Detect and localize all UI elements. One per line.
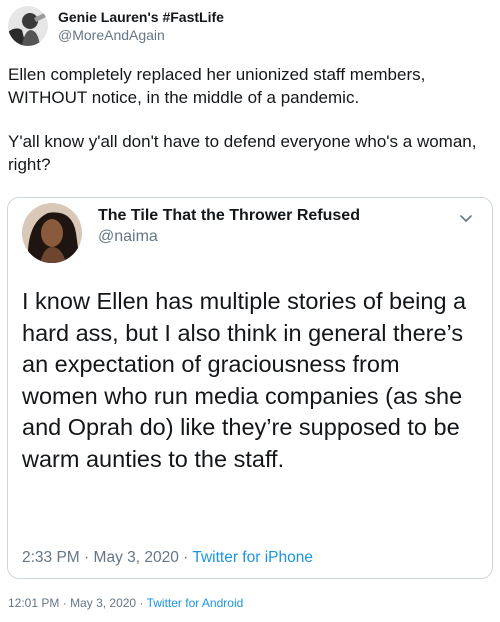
separator: · xyxy=(84,549,90,566)
quoted-tweet-time[interactable]: 2:33 PM xyxy=(22,549,80,566)
quoted-author-avatar[interactable] xyxy=(22,203,82,263)
separator: · xyxy=(183,549,189,566)
tweet-time[interactable]: 12:01 PM xyxy=(8,596,59,610)
quoted-author-handle[interactable]: @naima xyxy=(98,226,360,247)
quoted-author-block: The Tile That the Thrower Refused @naima xyxy=(98,205,360,247)
author-handle[interactable]: @MoreAndAgain xyxy=(58,26,224,44)
quoted-tweet-source[interactable]: Twitter for iPhone xyxy=(192,549,313,566)
author-avatar[interactable] xyxy=(8,6,48,46)
tweet-paragraph: Y'all know y'all don't have to defend ev… xyxy=(8,132,477,174)
tweet-paragraph: Ellen completely replaced her unionized … xyxy=(8,65,426,107)
tweet-header: Genie Lauren's #FastLife @MoreAndAgain xyxy=(8,4,224,48)
author-block: Genie Lauren's #FastLife @MoreAndAgain xyxy=(58,8,224,44)
quoted-tweet-meta: 2:33 PM · May 3, 2020 · Twitter for iPho… xyxy=(22,549,313,567)
quoted-tweet-text: I know Ellen has multiple stories of bei… xyxy=(22,288,467,472)
chevron-down-icon[interactable] xyxy=(458,210,474,226)
quoted-tweet-card[interactable]: The Tile That the Thrower Refused @naima… xyxy=(7,197,493,579)
tweet: Genie Lauren's #FastLife @MoreAndAgain E… xyxy=(0,0,500,622)
tweet-date[interactable]: May 3, 2020 xyxy=(70,596,136,610)
quoted-tweet-header: The Tile That the Thrower Refused @naima xyxy=(22,203,360,263)
author-display-name[interactable]: Genie Lauren's #FastLife xyxy=(58,8,224,26)
quoted-tweet-date[interactable]: May 3, 2020 xyxy=(94,549,179,566)
separator: · xyxy=(62,596,67,610)
separator: · xyxy=(139,596,144,610)
tweet-meta: 12:01 PM · May 3, 2020 · Twitter for And… xyxy=(8,596,243,610)
tweet-source[interactable]: Twitter for Android xyxy=(147,596,244,610)
tweet-text: Ellen completely replaced her unionized … xyxy=(8,64,492,198)
quoted-author-display-name[interactable]: The Tile That the Thrower Refused xyxy=(98,205,360,226)
